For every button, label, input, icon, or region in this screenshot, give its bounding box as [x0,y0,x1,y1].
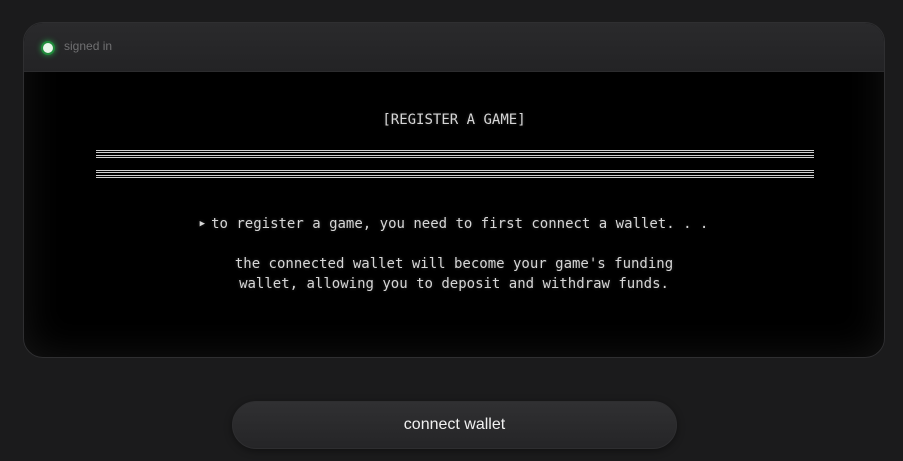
triangle-right-icon: ▶ [199,219,206,229]
prompt-text: to register a game, you need to first co… [211,216,709,232]
status-label: signed in [64,39,113,53]
divider-bottom [96,170,814,178]
page-title: [REGISTER A GAME] [382,112,526,128]
status-indicator-icon [41,41,55,55]
terminal-title-bar: signed in [24,23,884,72]
description-line-2: wallet, allowing you to deposit and with… [239,276,669,292]
description-line-1: the connected wallet will become your ga… [234,256,674,272]
connect-wallet-button[interactable]: connect wallet [232,401,677,449]
prompt-line: ▶ to register a game, you need to first c… [24,216,884,232]
divider-top [96,150,814,158]
terminal-panel: signed in [REGISTER A GAME] ▶ to register… [23,22,885,358]
